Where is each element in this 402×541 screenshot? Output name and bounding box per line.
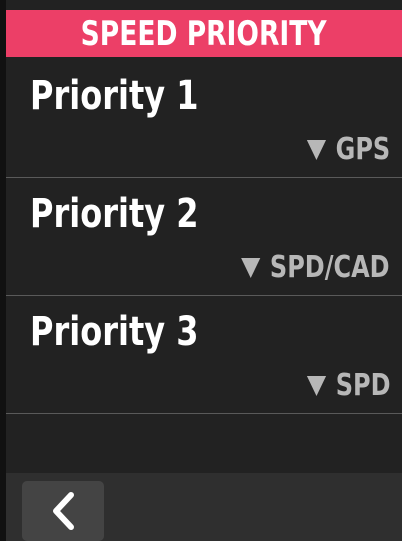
priority-2-value: SPD/CAD [270, 250, 390, 285]
priority-1-value-dropdown[interactable]: GPS [306, 132, 390, 167]
priority-1-label: Priority 1 [30, 73, 199, 119]
priority-3-row[interactable]: Priority 3 SPD [6, 296, 402, 413]
priority-2-row[interactable]: Priority 2 SPD/CAD [6, 178, 402, 295]
priority-2-label: Priority 2 [30, 191, 199, 237]
back-button[interactable] [22, 481, 104, 541]
priority-2-value-dropdown[interactable]: SPD/CAD [241, 250, 390, 285]
page-title: SPEED PRIORITY [81, 13, 327, 54]
chevron-left-icon [50, 491, 76, 531]
dropdown-triangle-icon [306, 376, 326, 396]
priority-3-value-dropdown[interactable]: SPD [306, 371, 390, 401]
priority-1-row[interactable]: Priority 1 GPS [6, 60, 402, 177]
priority-3-value: SPD [335, 368, 390, 403]
bottom-toolbar [6, 473, 402, 541]
priority-1-value: GPS [335, 132, 390, 167]
page-header: SPEED PRIORITY [6, 10, 402, 57]
priority-3-label: Priority 3 [30, 309, 199, 355]
row-divider [6, 413, 402, 414]
dropdown-triangle-icon [241, 258, 261, 278]
dropdown-triangle-icon [306, 140, 326, 160]
device-screen: SPEED PRIORITY Priority 1 GPS Priority 2… [0, 0, 402, 541]
